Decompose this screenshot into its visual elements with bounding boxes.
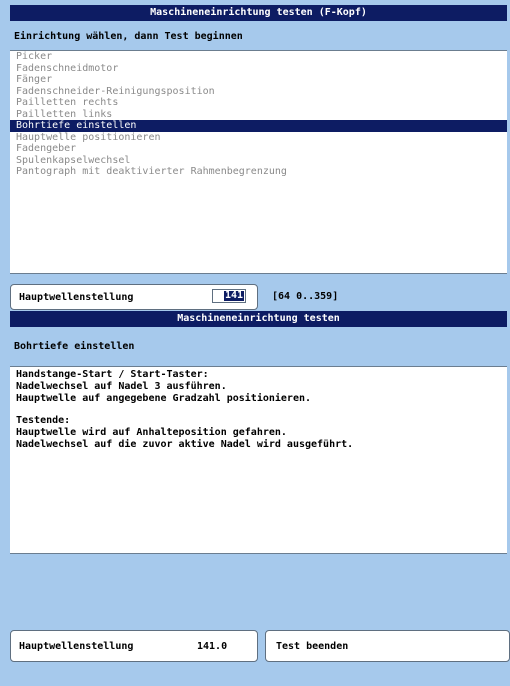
description-line: Hauptwelle wird auf Anhalteposition gefa…: [16, 427, 287, 438]
list-item[interactable]: Fadenschneidmotor: [10, 63, 507, 75]
list-item[interactable]: Hauptwelle positionieren: [10, 132, 507, 144]
setup-list[interactable]: Picker Fadenschneidmotor Fänger Fadenschnei…: [10, 50, 507, 274]
list-item[interactable]: Fadenschneider-Reinigungsposition: [10, 86, 507, 98]
param-range: [64 0..359]: [272, 291, 339, 302]
list-item[interactable]: Spulenkapselwechsel: [10, 155, 507, 167]
dialog-title-bottom: Maschineneinrichtung testen: [10, 311, 507, 327]
test-description: Handstange-Start / Start-Taster: Nadelwec…: [10, 366, 507, 554]
status-row: Hauptwellenstellung 141.0: [10, 630, 258, 662]
dialog-title-top: Maschineneinrichtung testen (F-Kopf): [10, 5, 507, 21]
end-test-label: Test beenden: [276, 640, 349, 652]
list-item[interactable]: Fänger: [10, 74, 507, 86]
description-line: Testende:: [16, 415, 71, 426]
param-label: Hauptwellenstellung: [19, 291, 134, 303]
list-item[interactable]: Bohrtiefe einstellen: [10, 120, 507, 132]
status-label: Hauptwellenstellung: [19, 640, 134, 652]
description-line: [16, 405, 501, 415]
description-line: Handstange-Start / Start-Taster:: [16, 369, 209, 380]
param-value: 141: [223, 290, 244, 301]
description-line: Hauptwelle auf angegebene Gradzahl posit…: [16, 393, 312, 404]
list-item[interactable]: Pailletten links: [10, 109, 507, 121]
list-item[interactable]: Picker: [10, 51, 507, 63]
instruction-text: Einrichtung wählen, dann Test beginnen: [14, 31, 243, 42]
status-value: 141.0: [197, 640, 228, 652]
test-heading: Bohrtiefe einstellen: [14, 341, 135, 352]
description-line: Nadelwechsel auf die zuvor aktive Nadel …: [16, 439, 354, 450]
list-item[interactable]: Pailletten rechts: [10, 97, 507, 109]
end-test-button[interactable]: Test beenden: [265, 630, 510, 662]
description-line: Nadelwechsel auf Nadel 3 ausführen.: [16, 381, 227, 392]
list-item[interactable]: Fadengeber: [10, 143, 507, 155]
list-item[interactable]: Pantograph mit deaktivierter Rahmenbegre…: [10, 166, 507, 178]
param-value-input[interactable]: 141: [212, 289, 246, 303]
